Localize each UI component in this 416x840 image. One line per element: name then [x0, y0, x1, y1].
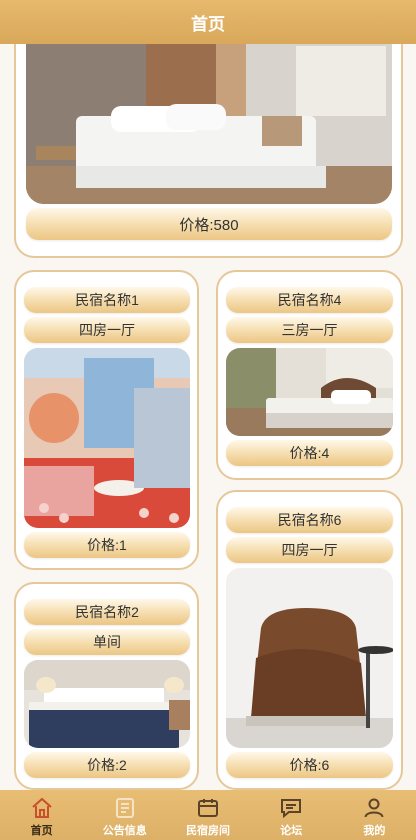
listing-type: 单间	[93, 634, 121, 650]
featured-room-photo	[26, 26, 392, 204]
tab-home[interactable]: 首页	[0, 790, 83, 840]
listing-type: 四房一厅	[79, 322, 135, 338]
listing-name: 民宿名称4	[277, 292, 342, 308]
listing-room-photo	[226, 568, 393, 748]
listing-name-pill: 民宿名称2	[24, 599, 190, 625]
listing-name-pill: 民宿名称4	[226, 287, 393, 313]
listing-card[interactable]: 民宿名称6 四房一厅 价格:6	[216, 490, 403, 790]
listing-price-pill: 价格:6	[226, 752, 393, 778]
listing-card[interactable]: 民宿名称4 三房一厅 价格:4	[216, 270, 403, 480]
listing-card[interactable]: 民宿名称1 四房一厅 价格:1	[14, 270, 199, 570]
listing-price-pill: 价格:4	[226, 440, 393, 466]
listing-type-pill: 四房一厅	[24, 317, 190, 343]
listing-room-photo	[24, 660, 190, 748]
page-title: 首页	[191, 14, 225, 34]
featured-listing-card[interactable]: 价格:580	[14, 26, 403, 258]
listing-name-pill: 民宿名称6	[226, 507, 393, 533]
bottom-tab-bar: 首页 公告信息 民宿房间 论坛 我的	[0, 790, 416, 840]
listing-name: 民宿名称2	[75, 604, 139, 620]
forum-icon	[281, 799, 302, 819]
user-icon	[364, 798, 384, 818]
tab-notice[interactable]: 公告信息	[83, 790, 166, 840]
tab-label: 公告信息	[102, 825, 147, 837]
listing-room-photo	[226, 348, 393, 436]
listing-price: 价格:6	[289, 757, 330, 773]
tab-label: 民宿房间	[186, 825, 230, 837]
listing-type-pill: 单间	[24, 629, 190, 655]
listing-name: 民宿名称1	[75, 292, 139, 308]
page-header: 首页	[0, 0, 416, 44]
featured-price: 价格:580	[179, 216, 239, 234]
tab-rooms[interactable]: 民宿房间	[166, 790, 249, 840]
tab-profile[interactable]: 我的	[333, 790, 416, 840]
listing-price: 价格:2	[87, 757, 127, 773]
home-icon	[31, 797, 52, 818]
notice-icon	[115, 798, 134, 818]
tab-forum[interactable]: 论坛	[250, 790, 333, 840]
listing-name: 民宿名称6	[277, 512, 342, 528]
listing-price: 价格:1	[87, 537, 127, 553]
tab-label: 论坛	[280, 825, 303, 837]
listing-price-pill: 价格:2	[24, 752, 190, 778]
listing-card[interactable]: 民宿名称2 单间 价格:2	[14, 582, 199, 790]
listing-room-photo	[24, 348, 190, 528]
room-icon	[198, 799, 218, 817]
listing-price-pill: 价格:1	[24, 532, 190, 558]
listing-price: 价格:4	[289, 445, 330, 461]
listing-type: 三房一厅	[281, 322, 338, 338]
tab-label: 我的	[363, 825, 386, 837]
listing-type: 四房一厅	[281, 542, 338, 558]
listing-type-pill: 四房一厅	[226, 537, 393, 563]
listing-name-pill: 民宿名称1	[24, 287, 190, 313]
listing-type-pill: 三房一厅	[226, 317, 393, 343]
featured-price-pill: 价格:580	[26, 208, 392, 240]
tab-label: 首页	[30, 825, 53, 837]
